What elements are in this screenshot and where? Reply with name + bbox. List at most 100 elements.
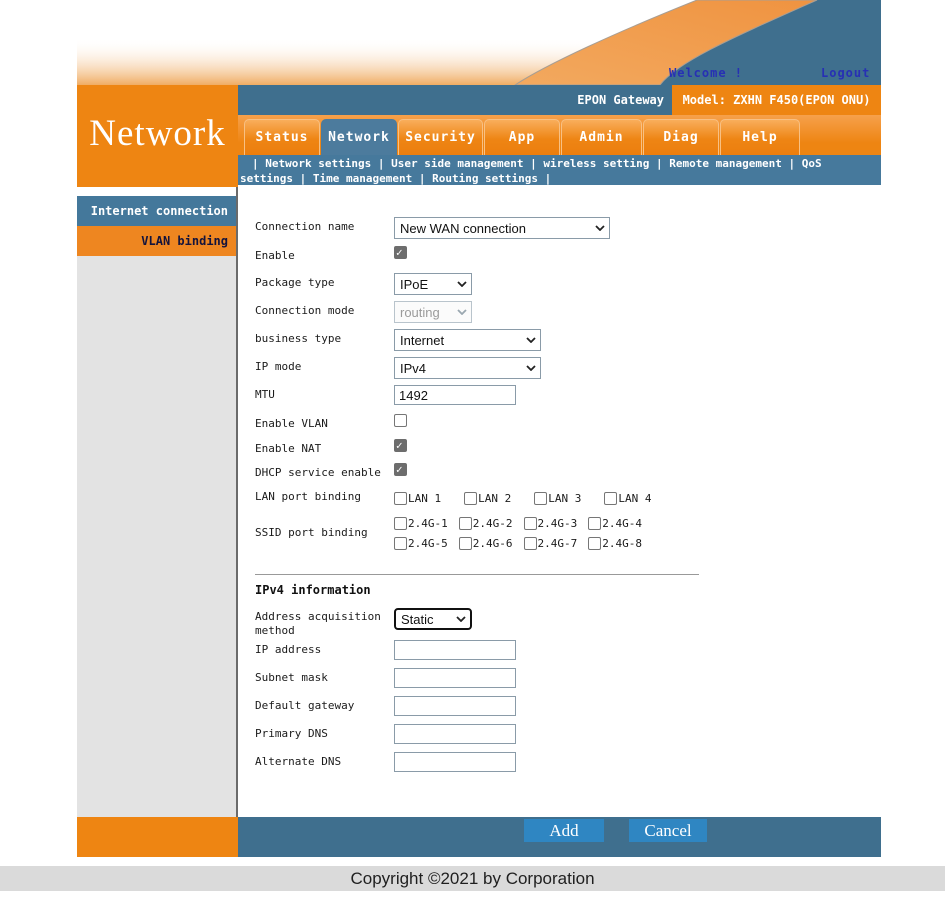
form-row: Connection name New WAN connection [255,217,610,239]
ssid8-checkbox[interactable] [588,537,601,550]
sidebar-item-vlan-binding[interactable]: VLAN binding [77,226,236,256]
ssid4-checkbox[interactable] [588,517,601,530]
separator: | [378,157,385,170]
ssid7-checkbox[interactable] [524,537,537,550]
subnav-item-wireless-setting[interactable]: wireless setting [543,157,649,170]
default-gateway-input[interactable] [394,696,516,716]
form-row: business type Internet [255,329,541,351]
lan2-checkbox[interactable] [464,492,477,505]
field-label: Connection mode [255,301,394,318]
subnav-item-user-side-management[interactable]: User side management [391,157,523,170]
field-label: IP mode [255,357,394,374]
tab-security[interactable]: Security [398,119,483,155]
field-label: Enable NAT [255,439,394,456]
sidebar: Internet connection VLAN binding [77,187,238,817]
section-title: Network [77,85,238,187]
model-label: Model: ZXHN F450(EPON ONU) [672,85,881,115]
chevron-down-icon [526,365,536,371]
page-frame: Welcome ! Logout EPON Gateway Model: ZXH… [77,0,881,857]
model-bar: EPON Gateway Model: ZXHN F450(EPON ONU) [238,85,881,115]
logout-link[interactable]: Logout [821,66,870,80]
subnet-mask-input[interactable] [394,668,516,688]
ssid3-checkbox[interactable] [524,517,537,530]
chevron-down-icon [457,309,467,315]
cancel-button[interactable]: Cancel [629,819,707,842]
lan-port-binding-group: LAN 1 LAN 2 LAN 3 LAN 4 [394,488,675,508]
lan3-checkbox[interactable] [534,492,547,505]
form-row: MTU [255,385,516,405]
field-label: DHCP service enable [255,463,394,480]
form-row: Default gateway [255,696,516,716]
field-label: Subnet mask [255,668,394,685]
field-label: LAN port binding [255,488,394,504]
subnav-item-remote-management[interactable]: Remote management [669,157,782,170]
mtu-input[interactable] [394,385,516,405]
separator: | [788,157,795,170]
banner-swoosh-graphic [77,0,881,85]
sidebar-bottom-block [77,817,238,857]
chevron-down-icon [456,616,466,622]
field-label: Primary DNS [255,724,394,741]
tab-admin[interactable]: Admin [561,119,642,155]
enable-nat-checkbox[interactable] [394,439,407,452]
separator: | [419,172,426,185]
subnav-item-network-settings[interactable]: Network settings [265,157,371,170]
subnav-item-routing-settings[interactable]: Routing settings [432,172,538,185]
ip-mode-select[interactable]: IPv4 [394,357,541,379]
address-acquisition-select[interactable]: Static [394,608,472,630]
alternate-dns-input[interactable] [394,752,516,772]
separator: | [656,157,663,170]
ip-address-input[interactable] [394,640,516,660]
subnav-items: | Network settings | User side managemen… [240,156,840,186]
form-row: Enable [255,246,407,263]
gateway-label: EPON Gateway [238,85,672,115]
field-label: SSID port binding [255,513,394,540]
separator: | [300,172,307,185]
form-row: SSID port binding 2.4G-1 2.4G-2 2.4G-3 2… [255,513,653,553]
field-label: Package type [255,273,394,290]
tab-app[interactable]: App [484,119,560,155]
ssid5-checkbox[interactable] [394,537,407,550]
sidebar-item-internet-connection[interactable]: Internet connection [77,196,236,226]
form-row: Enable NAT [255,439,407,456]
lan4-checkbox[interactable] [604,492,617,505]
tab-bar: Status Network Security App Admin Diag H… [238,115,881,155]
business-type-select[interactable]: Internet [394,329,541,351]
connection-name-select[interactable]: New WAN connection [394,217,610,239]
action-bar: Add Cancel [238,817,881,857]
tab-help[interactable]: Help [720,119,800,155]
ssid1-checkbox[interactable] [394,517,407,530]
field-label: Default gateway [255,696,394,713]
form-row: Package type IPoE [255,273,472,295]
lan1-checkbox[interactable] [394,492,407,505]
tab-status[interactable]: Status [244,119,320,155]
enable-vlan-checkbox[interactable] [394,414,407,427]
field-label: Address acquisition method [255,608,394,638]
tab-network[interactable]: Network [321,119,397,155]
sidebar-gap [77,187,236,196]
dhcp-service-checkbox[interactable] [394,463,407,476]
tab-diag[interactable]: Diag [643,119,719,155]
field-label: IP address [255,640,394,657]
form-row: Connection mode routing [255,301,472,323]
ipv4-section-title: IPv4 information [255,583,371,597]
field-label: MTU [255,385,394,402]
chevron-down-icon [595,225,605,231]
ssid2-checkbox[interactable] [459,517,472,530]
form-row: Address acquisition method Static [255,608,472,638]
package-type-select[interactable]: IPoE [394,273,472,295]
separator: | [545,172,552,185]
main-panel: Connection name New WAN connection Enabl… [238,185,881,817]
form-row: DHCP service enable [255,463,407,480]
banner: Welcome ! Logout [77,0,881,85]
form-row: LAN port binding LAN 1 LAN 2 LAN 3 LAN 4 [255,488,675,508]
field-label: Enable VLAN [255,414,394,431]
form-row: Enable VLAN [255,414,407,431]
ssid6-checkbox[interactable] [459,537,472,550]
add-button[interactable]: Add [524,819,604,842]
subnav-item-time-management[interactable]: Time management [313,172,412,185]
field-label: Alternate DNS [255,752,394,769]
enable-checkbox[interactable] [394,246,407,259]
form-row: Alternate DNS [255,752,516,772]
primary-dns-input[interactable] [394,724,516,744]
